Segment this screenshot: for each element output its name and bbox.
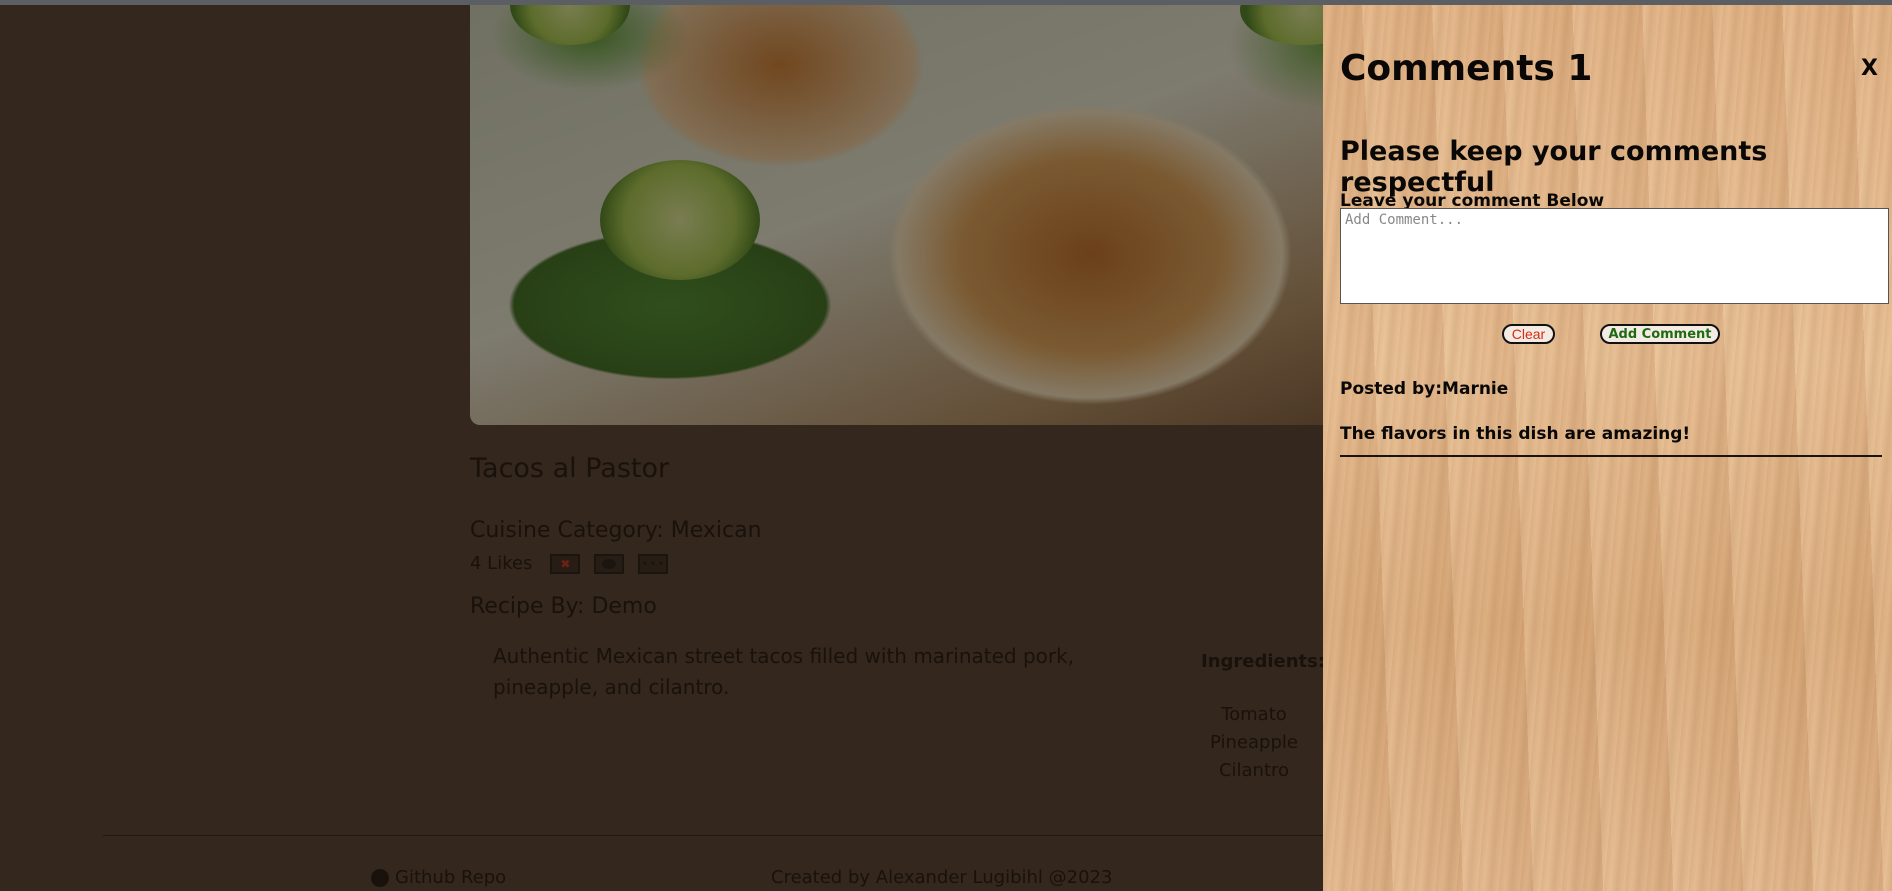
ingredient-item: Tomato [1221,704,1287,725]
github-link-label: Github Repo [395,867,507,888]
likes-row: 4 Likes ✖ ••• [470,553,682,574]
github-link[interactable]: Github Repo [371,867,506,888]
recipe-hero-image [470,5,1400,425]
comment-divider [1340,455,1882,457]
clear-button[interactable]: Clear [1502,324,1555,344]
lime-slice-image [600,160,760,280]
github-icon [371,868,389,887]
comments-drawer: Comments 1 X Please keep your comments r… [1323,5,1892,891]
likes-count: 4 Likes [470,553,533,574]
footer-divider [103,835,1403,836]
comments-notice: Please keep your comments respectful [1340,136,1768,198]
ingredient-item: Cilantro [1218,760,1290,781]
ingredients-list: Tomato Pineapple Cilantro [1195,701,1313,785]
comment-input[interactable] [1340,208,1889,304]
comment-text: The flavors in this dish are amazing! [1340,424,1691,444]
recipe-title: Tacos al Pastor [470,453,670,484]
cuisine-category: Cuisine Category: Mexican [470,518,762,543]
recipe-author: Recipe By: Demo [470,594,657,619]
lime-slice-image [510,5,630,45]
footer-credit: Created by Alexander Lugibihl @2023 [771,867,1113,888]
recipe-description: Authentic Mexican street tacos filled wi… [493,644,1075,699]
add-comment-button[interactable]: Add Comment [1600,324,1720,344]
comment-author: Posted by:Marnie [1340,379,1509,399]
comments-title: Comments 1 [1340,48,1593,89]
comment-icon[interactable] [594,553,625,574]
thumbs-down-icon[interactable]: ✖ [550,553,581,574]
ingredients-heading: Ingredients: [1201,651,1326,672]
ingredient-item: Pineapple [1210,732,1298,753]
more-options-icon[interactable]: ••• [638,553,669,574]
close-button[interactable]: X [1861,56,1878,81]
